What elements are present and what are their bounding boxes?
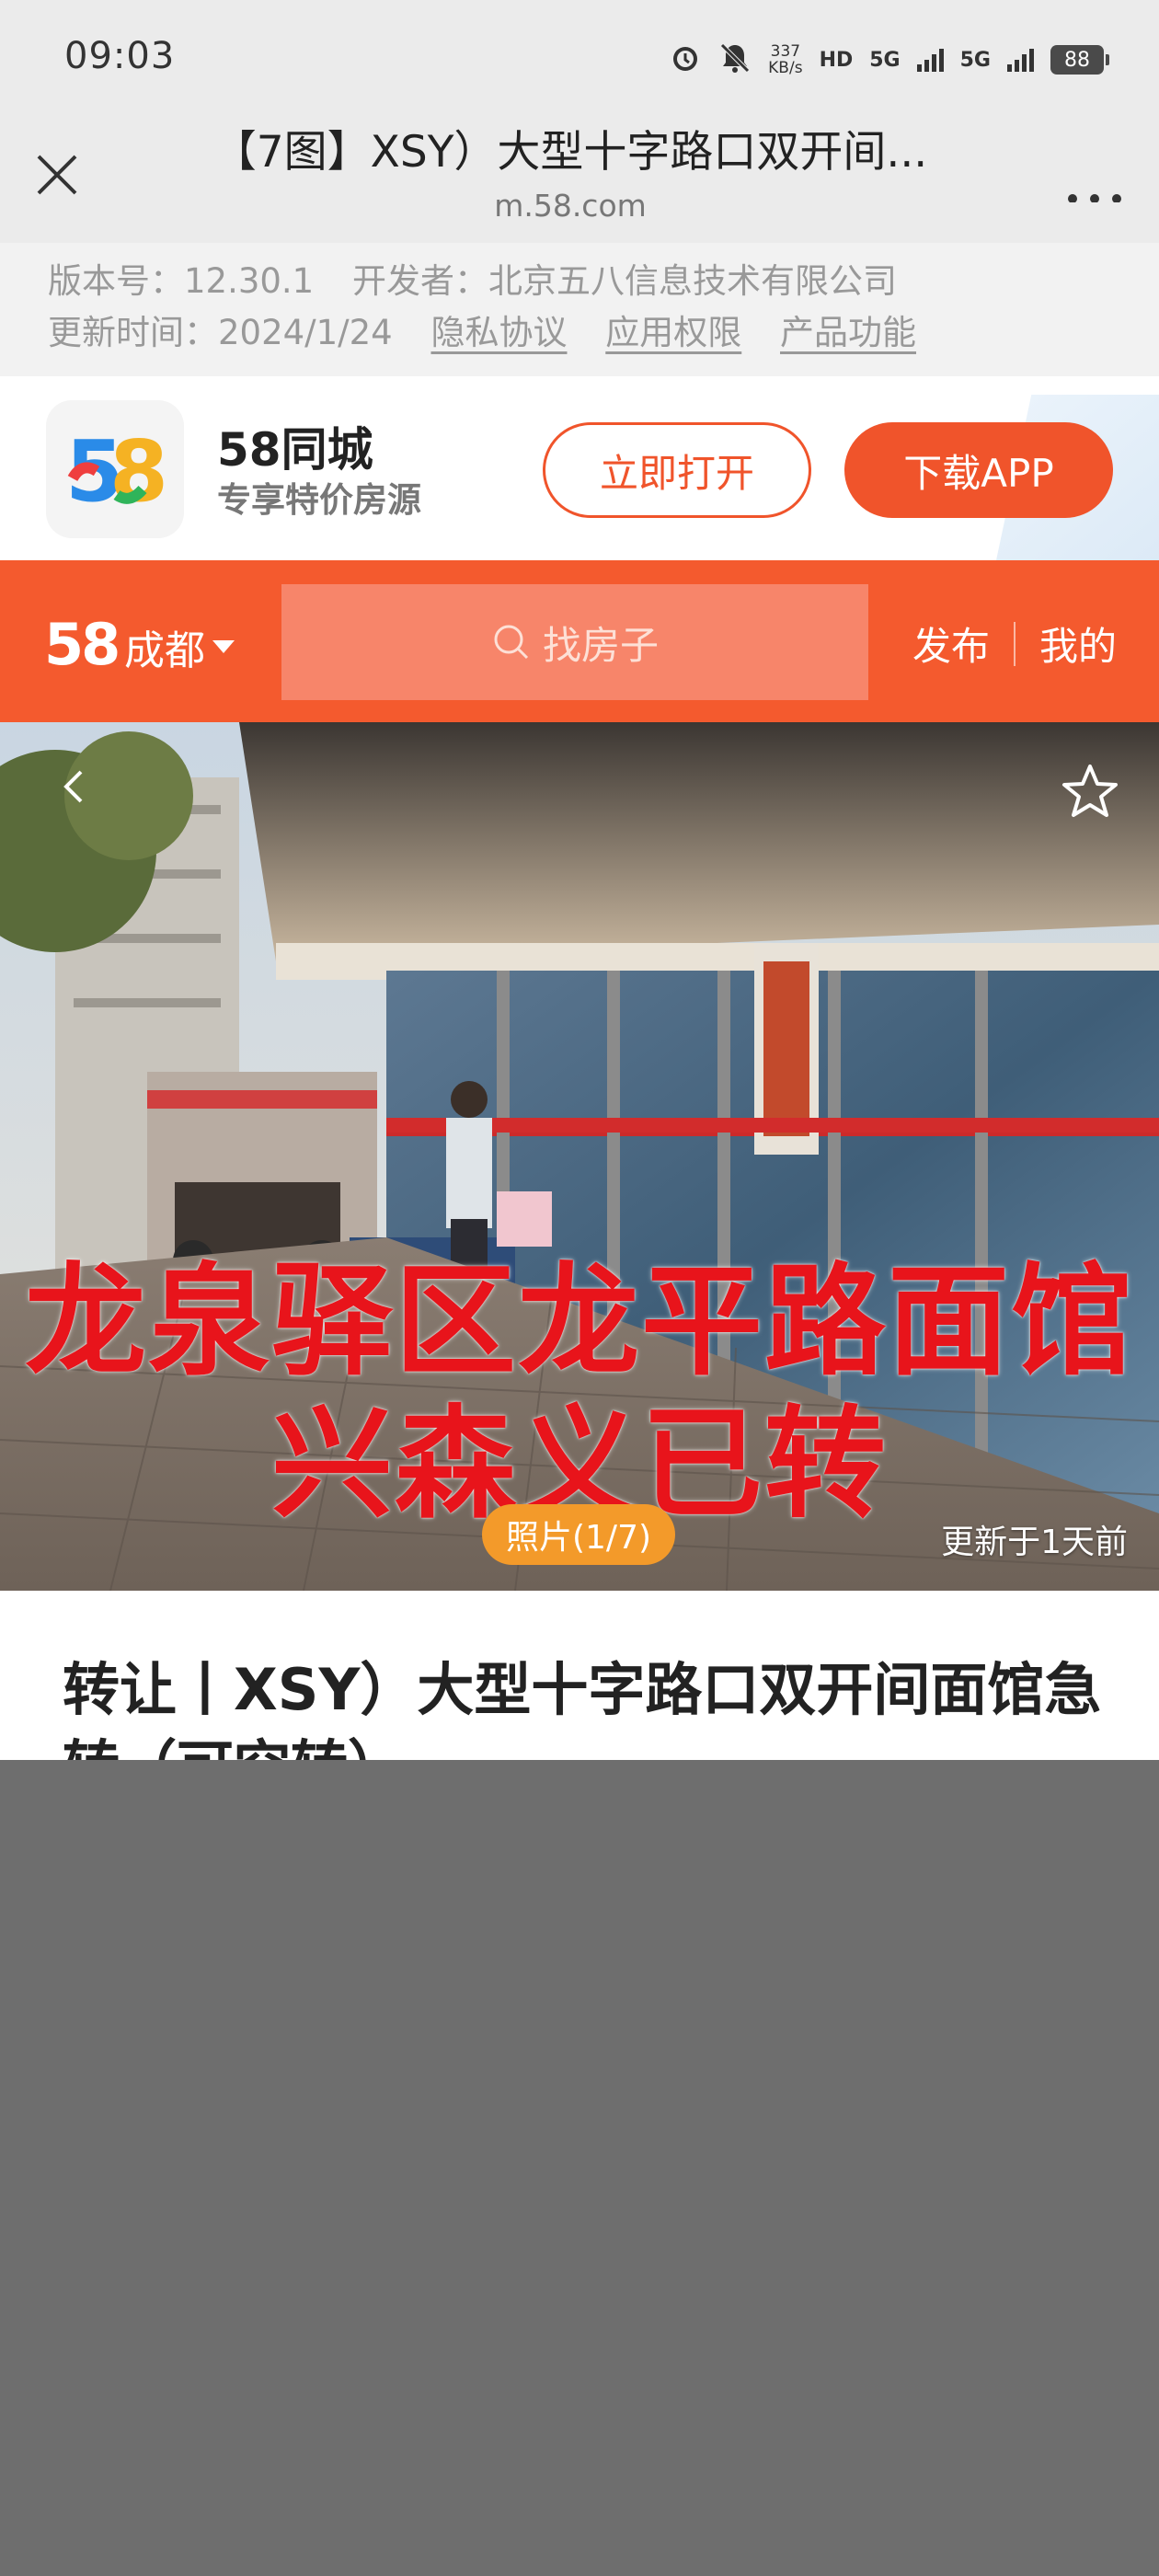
- search-icon: [494, 625, 529, 660]
- page-title-area: 【7图】XSY）大型十字路口双开间... m.58.com: [166, 123, 975, 224]
- permissions-link[interactable]: 应用权限: [605, 313, 741, 352]
- site-header: 58 成都 找房子 发布 我的: [0, 560, 1159, 722]
- photo-back-button[interactable]: [46, 759, 101, 814]
- app-version: 版本号：12.30.1: [48, 261, 315, 301]
- status-time: 09:03: [64, 35, 176, 77]
- app-info-row-1: 版本号：12.30.1 开发者：北京五八信息技术有限公司: [48, 256, 1159, 307]
- browser-toolbar: 【7图】XSY）大型十字路口双开间... m.58.com: [0, 120, 1159, 243]
- signal-bars-2-icon: [1007, 48, 1034, 72]
- caret-down-icon: [212, 640, 235, 653]
- alarm-icon: [669, 41, 702, 78]
- publish-link[interactable]: 发布: [912, 615, 990, 672]
- mine-link[interactable]: 我的: [1039, 615, 1117, 672]
- app-download-banner: 5 8 58同城 专享特价房源 立即打开 下载APP: [0, 376, 1159, 560]
- close-button[interactable]: [28, 145, 86, 204]
- nav-divider: [1013, 621, 1016, 666]
- app-info: 版本号：12.30.1 开发者：北京五八信息技术有限公司 更新时间：2024/1…: [0, 243, 1159, 376]
- city-label: 成都: [124, 627, 205, 674]
- favorite-button[interactable]: [1058, 759, 1122, 823]
- page: 09:03 337 KB/s HD 5G 5G 88 【7图】XSY）大型十字路…: [0, 0, 1159, 2576]
- page-domain: m.58.com: [494, 188, 647, 224]
- listing-title: 转让丨XSY）大型十字路口双开间面馆急转（可空转）: [63, 1656, 1102, 1760]
- modal-backdrop[interactable]: [0, 1760, 1159, 2576]
- status-bar: 09:03 337 KB/s HD 5G 5G 88: [0, 0, 1159, 120]
- signal-5g-label-1: 5G: [869, 48, 901, 72]
- download-app-button[interactable]: 下载APP: [844, 422, 1113, 518]
- close-icon: [37, 155, 77, 195]
- app-logo: 5 8: [46, 400, 184, 538]
- search-placeholder: 找房子: [542, 622, 659, 668]
- update-time: 更新于1天前: [941, 1524, 1128, 1561]
- search-input[interactable]: 找房子: [281, 584, 868, 700]
- photo-gallery[interactable]: 龙泉驿区龙平路面馆 兴森义已转 照片(1/7) 更新于1天前: [0, 722, 1159, 1591]
- app-name: 58同城: [217, 423, 373, 477]
- more-icon: [1068, 194, 1121, 203]
- more-button[interactable]: [1058, 147, 1131, 203]
- app-updated: 更新时间：2024/1/24: [48, 313, 393, 352]
- net-speed-value: 337: [770, 42, 801, 61]
- status-icons: 337 KB/s HD 5G 5G 88: [669, 37, 1109, 83]
- listing-card: 转让丨XSY）大型十字路口双开间面馆急转（可空转）: [0, 1591, 1159, 1760]
- site-logo[interactable]: 58: [44, 611, 120, 678]
- photo-counter-badge[interactable]: 照片(1/7): [482, 1504, 675, 1565]
- app-slogan: 专享特价房源: [217, 480, 421, 520]
- star-icon: [1062, 765, 1118, 817]
- hd-icon: HD: [819, 48, 854, 72]
- battery-icon: 88: [1050, 45, 1109, 75]
- net-speed-unit: KB/s: [768, 59, 803, 77]
- privacy-link[interactable]: 隐私协议: [430, 313, 567, 352]
- mute-icon: [718, 41, 752, 78]
- chevron-left-icon: [63, 770, 83, 803]
- app-info-row-2: 更新时间：2024/1/24 隐私协议 应用权限 产品功能: [48, 307, 1159, 359]
- header-actions: 发布 我的: [912, 615, 1117, 672]
- city-selector[interactable]: 成都: [124, 617, 235, 676]
- signal-5g-label-2: 5G: [959, 48, 991, 72]
- features-link[interactable]: 产品功能: [780, 313, 916, 352]
- signal-bars-1-icon: [916, 48, 944, 72]
- page-title: 【7图】XSY）大型十字路口双开间...: [212, 127, 928, 178]
- app-developer: 开发者：北京五八信息技术有限公司: [352, 261, 897, 301]
- net-speed: 337 KB/s: [768, 43, 802, 76]
- open-app-button[interactable]: 立即打开: [543, 422, 811, 518]
